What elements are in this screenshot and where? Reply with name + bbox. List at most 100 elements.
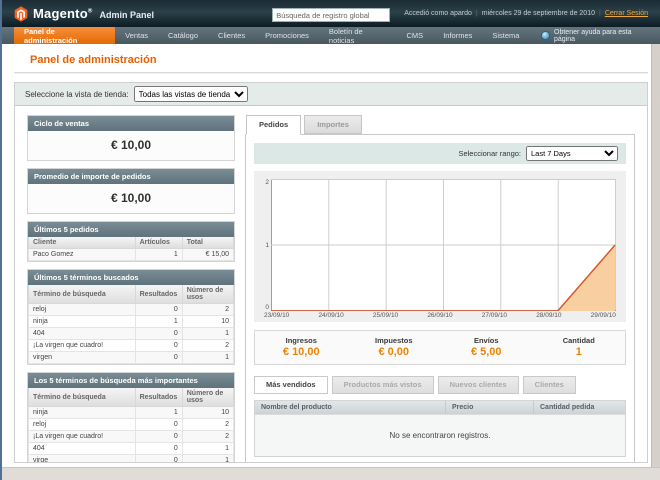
cell-articulos: 1	[135, 249, 182, 261]
stat-value: 1	[533, 346, 626, 358]
logout-link[interactable]: Cerrar Sesión	[605, 10, 648, 17]
y-tick-label: 1	[265, 242, 269, 249]
right-gutter	[651, 44, 660, 467]
store-view-bar: Seleccione la vista de tienda: Todas las…	[15, 83, 647, 106]
cell-usos: 2	[182, 431, 233, 443]
cell-usos: 2	[182, 419, 233, 431]
cell-usos: 1	[182, 328, 233, 340]
nav-item-clientes[interactable]: Clientes	[208, 27, 255, 44]
stat-value: € 0,00	[348, 346, 441, 358]
cell-termino: virge	[29, 455, 136, 464]
y-tick-label: 0	[265, 304, 269, 311]
separator: |	[476, 10, 478, 17]
col-numero-usos: Número de usos	[182, 388, 233, 407]
table-row[interactable]: Paco Gomez 1 € 15,00	[29, 249, 234, 261]
average-orders-card: Promedio de importe de pedidos € 10,00	[27, 168, 235, 214]
x-tick-label: 23/09/10	[264, 312, 289, 319]
last-search-terms-title: Últimos 5 términos buscados	[28, 270, 234, 285]
stat-label: Ingresos	[255, 336, 348, 345]
cell-usos: 1	[182, 455, 233, 464]
table-row[interactable]: ninja 1 10	[29, 316, 234, 328]
table-row[interactable]: reloj 0 2	[29, 419, 234, 431]
separator: |	[599, 10, 601, 17]
last-search-terms-card: Últimos 5 términos buscados Término de b…	[27, 269, 235, 365]
top-search-terms-table: Término de búsqueda Resultados Número de…	[28, 388, 234, 463]
cell-termino: ¡La virgen que cuadro!	[29, 340, 136, 352]
cell-usos: 1	[182, 443, 233, 455]
nav-item-catalogo[interactable]: Catálogo	[158, 27, 208, 44]
nav-item-boletin[interactable]: Boletín de noticias	[319, 27, 397, 44]
footer-strip	[2, 467, 660, 480]
help-globe-icon	[541, 31, 550, 40]
cell-resultados: 0	[135, 340, 182, 352]
tab-mas-vendidos[interactable]: Más vendidos	[254, 376, 328, 394]
tab-nuevos-clientes[interactable]: Nuevos clientes	[438, 376, 519, 394]
average-orders-value: € 10,00	[28, 184, 234, 213]
store-view-select[interactable]: Todas las vistas de tienda	[134, 86, 248, 102]
trademark-mark: ®	[88, 9, 93, 15]
col-precio: Precio	[445, 401, 533, 414]
store-view-label: Seleccione la vista de tienda:	[25, 90, 129, 99]
cell-termino: virgen	[29, 352, 136, 364]
header-bar: Magento® Admin Panel Accedió como apardo…	[2, 0, 660, 27]
cell-resultados: 0	[135, 352, 182, 364]
table-row[interactable]: ninja 1 10	[29, 407, 234, 419]
cell-resultados: 0	[135, 455, 182, 464]
col-numero-usos: Número de usos	[182, 285, 233, 304]
cell-resultados: 0	[135, 328, 182, 340]
top-search-terms-card: Los 5 términos de búsqueda más important…	[27, 372, 235, 463]
cell-total: € 15,00	[182, 249, 233, 261]
page-help-link[interactable]: Obtener ayuda para esta página	[529, 27, 660, 44]
tab-productos-mas-vistos[interactable]: Productos más vistos	[332, 376, 434, 394]
magento-logo: Magento® Admin Panel	[14, 6, 154, 22]
tab-pedidos[interactable]: Pedidos	[246, 115, 301, 135]
nav-item-promociones[interactable]: Promociones	[255, 27, 319, 44]
stat-label: Envíos	[440, 336, 533, 345]
x-tick-label: 25/09/10	[373, 312, 398, 319]
cell-resultados: 0	[135, 443, 182, 455]
col-termino: Término de búsqueda	[29, 285, 136, 304]
cell-usos: 2	[182, 304, 233, 316]
nav-item-cms[interactable]: CMS	[397, 27, 434, 44]
orders-chart-container: 210 23/09/1024/09/1025/09/1026/09/1027/0…	[254, 171, 626, 322]
left-column: Ciclo de ventas € 10,00 Promedio de impo…	[27, 115, 235, 463]
products-table-header: Nombre del producto Precio Cantidad pedi…	[255, 401, 625, 414]
global-search-input[interactable]	[272, 8, 390, 22]
col-resultados: Resultados	[135, 285, 182, 304]
range-bar: Seleccionar rango: Last 7 Days	[254, 143, 626, 164]
x-tick-label: 26/09/10	[427, 312, 452, 319]
range-select[interactable]: Last 7 Days	[526, 146, 618, 161]
nav-item-informes[interactable]: Informes	[433, 27, 482, 44]
cell-termino: 404	[29, 443, 136, 455]
nav-item-sistema[interactable]: Sistema	[482, 27, 529, 44]
x-tick-label: 28/09/10	[536, 312, 561, 319]
tab-importes[interactable]: Importes	[304, 115, 362, 134]
table-row[interactable]: virge 0 1	[29, 455, 234, 464]
table-row[interactable]: ¡La virgen que cuadro! 0 2	[29, 431, 234, 443]
cell-resultados: 1	[135, 407, 182, 419]
cell-termino: ninja	[29, 316, 136, 328]
table-row[interactable]: ¡La virgen que cuadro! 0 2	[29, 340, 234, 352]
dashboard-content-card: Seleccione la vista de tienda: Todas las…	[14, 82, 648, 463]
product-tabs: Más vendidos Productos más vistos Nuevos…	[254, 376, 626, 394]
table-row[interactable]: reloj 0 2	[29, 304, 234, 316]
col-cliente: Cliente	[29, 237, 136, 249]
tab-clientes[interactable]: Clientes	[523, 376, 576, 394]
col-resultados: Resultados	[135, 388, 182, 407]
global-search	[272, 5, 390, 23]
stat-value: € 10,00	[255, 346, 348, 358]
y-tick-label: 2	[265, 179, 269, 186]
cell-usos: 10	[182, 316, 233, 328]
table-row[interactable]: 404 0 1	[29, 443, 234, 455]
stat-label: Cantidad	[533, 336, 626, 345]
cell-termino: reloj	[29, 304, 136, 316]
nav-item-ventas[interactable]: Ventas	[115, 27, 158, 44]
cell-usos: 2	[182, 340, 233, 352]
right-column: Pedidos Importes Seleccionar rango: Last…	[245, 115, 635, 463]
table-row[interactable]: virgen 0 1	[29, 352, 234, 364]
stat-value: € 5,00	[440, 346, 533, 358]
nav-item-dashboard[interactable]: Panel de administración	[14, 27, 115, 44]
last-search-terms-table: Término de búsqueda Resultados Número de…	[28, 285, 234, 364]
page-title: Panel de administración	[2, 44, 660, 72]
table-row[interactable]: 404 0 1	[29, 328, 234, 340]
